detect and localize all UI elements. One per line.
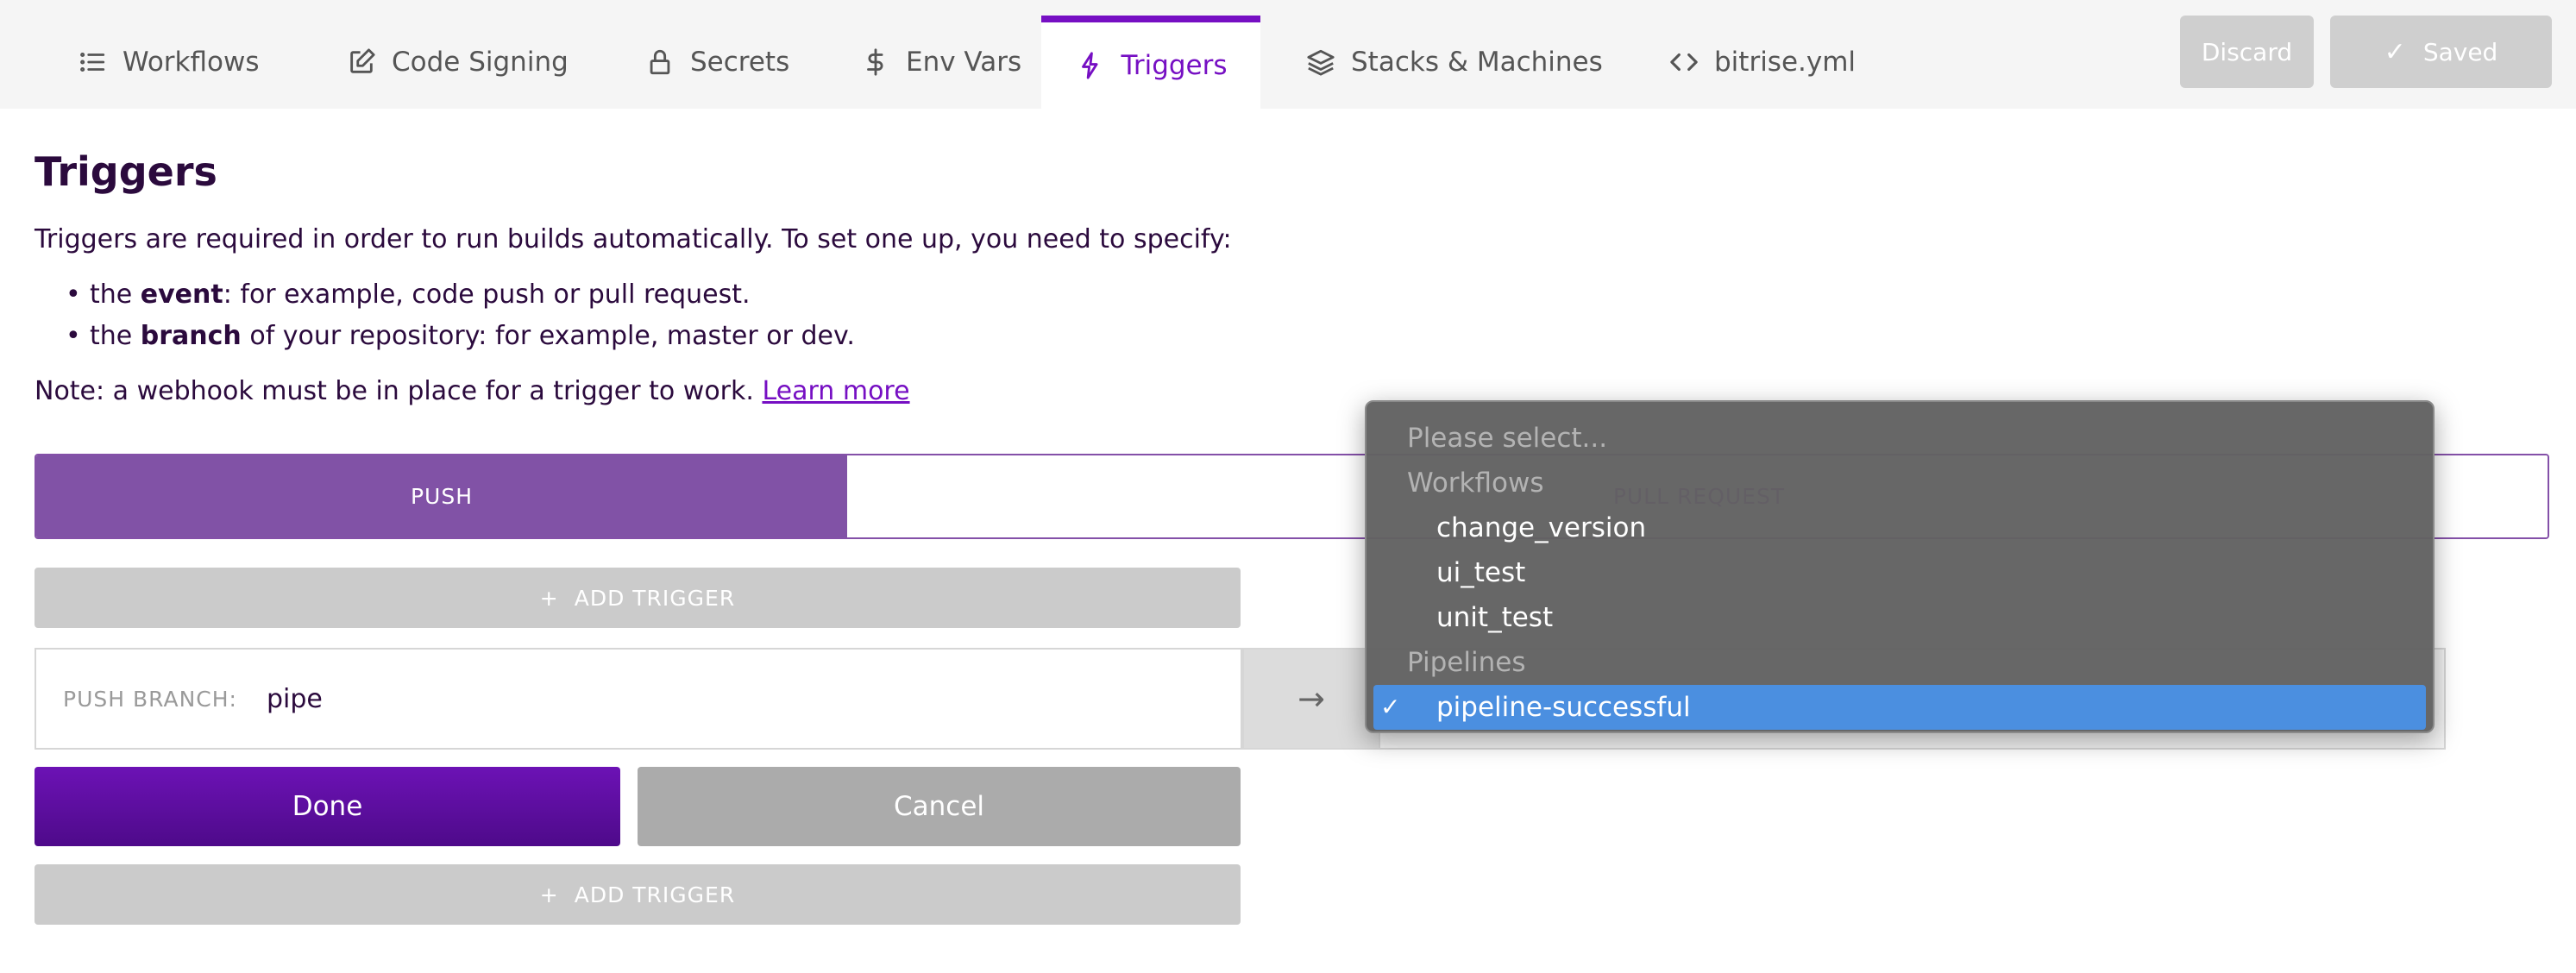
- done-button[interactable]: Done: [35, 767, 620, 846]
- discard-button[interactable]: Discard: [2180, 16, 2314, 88]
- push-branch-field[interactable]: PUSH BRANCH: pipe: [35, 648, 1242, 750]
- layers-icon: [1304, 46, 1337, 78]
- webhook-note: Note: a webhook must be in place for a t…: [35, 376, 910, 406]
- tab-label: Env Vars: [906, 47, 1022, 78]
- tab-bitrise-yml[interactable]: bitrise.yml: [1668, 16, 1856, 109]
- push-branch-label: PUSH BRANCH:: [63, 686, 237, 712]
- edit-icon: [345, 46, 378, 78]
- saved-label: Saved: [2422, 37, 2498, 66]
- plus-icon: +: [539, 882, 559, 907]
- code-icon: [1668, 46, 1700, 78]
- top-navigation-bar: Workflows Code Signing Secrets Env Vars …: [0, 0, 2576, 109]
- tab-stacks-machines[interactable]: Stacks & Machines: [1304, 16, 1603, 109]
- push-branch-value[interactable]: pipe: [267, 684, 323, 714]
- cancel-button[interactable]: Cancel: [638, 767, 1241, 846]
- dropdown-option[interactable]: unit_test: [1367, 595, 2433, 640]
- saved-button[interactable]: ✓ Saved: [2330, 16, 2552, 88]
- list-icon: [76, 46, 109, 78]
- add-trigger-button[interactable]: + ADD TRIGGER: [35, 568, 1241, 628]
- requirements-list: the event: for example, code push or pul…: [66, 278, 855, 361]
- tab-secrets[interactable]: Secrets: [644, 16, 789, 109]
- tab-workflows[interactable]: Workflows: [76, 16, 260, 109]
- intro-text: Triggers are required in order to run bu…: [35, 224, 1232, 254]
- tab-triggers[interactable]: Triggers: [1041, 16, 1260, 109]
- tab-label: Code Signing: [392, 47, 569, 78]
- tab-label: Triggers: [1121, 50, 1228, 81]
- dropdown-group-workflows: Workflows: [1407, 468, 1544, 499]
- tab-label: bitrise.yml: [1714, 47, 1857, 78]
- dropdown-option-selected[interactable]: ✓ pipeline-successful: [1373, 685, 2426, 730]
- tab-env-vars[interactable]: Env Vars: [859, 16, 1021, 109]
- tab-label: Stacks & Machines: [1351, 47, 1603, 78]
- arrow-right-icon: →: [1242, 648, 1380, 750]
- list-item: the event: for example, code push or pul…: [66, 278, 855, 319]
- dropdown-option[interactable]: change_version: [1367, 505, 2433, 550]
- dropdown-group-pipelines: Pipelines: [1407, 647, 1526, 678]
- list-item: the branch of your repository: for examp…: [66, 319, 855, 361]
- dropdown-placeholder: Please select...: [1407, 423, 1608, 454]
- bolt-icon: [1074, 49, 1107, 82]
- tab-label: Workflows: [123, 47, 260, 78]
- learn-more-link[interactable]: Learn more: [762, 376, 909, 406]
- push-tab[interactable]: PUSH: [36, 455, 847, 537]
- check-icon: ✓: [1380, 693, 1401, 721]
- add-trigger-button[interactable]: + ADD TRIGGER: [35, 864, 1241, 925]
- tab-label: Secrets: [690, 47, 790, 78]
- page-title: Triggers: [35, 148, 217, 195]
- target-dropdown-menu: Please select... Workflows change_versio…: [1365, 400, 2435, 733]
- dropdown-option[interactable]: ui_test: [1367, 550, 2433, 595]
- dollar-icon: [859, 46, 892, 78]
- plus-icon: +: [539, 585, 559, 611]
- tab-code-signing[interactable]: Code Signing: [345, 16, 569, 109]
- lock-icon: [644, 46, 676, 78]
- check-icon: ✓: [2384, 36, 2406, 67]
